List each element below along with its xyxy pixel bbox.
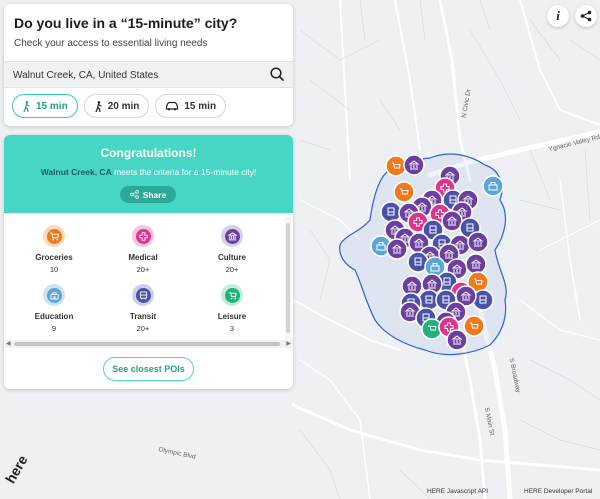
mode-walk-15[interactable]: 15 min bbox=[12, 94, 78, 118]
culture-poi-marker[interactable] bbox=[467, 231, 489, 253]
result-panel: Congratulations! Walnut Creek, CA meets … bbox=[4, 135, 293, 389]
developer-portal-link[interactable]: HERE Developer Portal bbox=[524, 488, 592, 495]
category-vertical-scrollbar[interactable] bbox=[285, 217, 291, 340]
info-button[interactable]: i bbox=[547, 5, 569, 27]
result-criteria: Walnut Creek, CA meets the criteria for … bbox=[40, 167, 257, 177]
result-city: Walnut Creek, CA bbox=[40, 167, 112, 177]
car-icon bbox=[166, 101, 179, 111]
cart-icon bbox=[49, 231, 59, 240]
category-education[interactable]: Education 9 bbox=[19, 284, 89, 333]
mode-walk-20[interactable]: 20 min bbox=[83, 94, 150, 118]
walk-icon bbox=[23, 100, 30, 112]
api-link[interactable]: HERE Javascript API bbox=[427, 488, 488, 495]
school-icon bbox=[49, 291, 59, 300]
category-leisure[interactable]: Leisure 3 bbox=[197, 284, 267, 333]
culture-poi-marker[interactable] bbox=[403, 154, 425, 176]
travel-mode-tabs: 15 min 20 min 15 min bbox=[12, 94, 227, 118]
result-banner: Congratulations! Walnut Creek, CA meets … bbox=[4, 135, 293, 213]
see-closest-pois-button[interactable]: See closest POIs bbox=[103, 357, 194, 381]
grocery-poi-marker[interactable] bbox=[385, 155, 407, 177]
walk-icon bbox=[95, 100, 102, 112]
medical-cross-icon bbox=[138, 231, 148, 241]
page-subtitle: Check your access to essential living ne… bbox=[14, 38, 208, 49]
category-medical[interactable]: Medical 20+ bbox=[108, 225, 178, 274]
category-culture[interactable]: Culture 20+ bbox=[197, 225, 267, 274]
grocery-poi-marker[interactable] bbox=[393, 181, 415, 203]
culture-poi-marker[interactable] bbox=[386, 238, 408, 260]
share-icon bbox=[129, 190, 139, 199]
mode-car-15[interactable]: 15 min bbox=[155, 94, 227, 118]
share-button[interactable]: Share bbox=[120, 186, 176, 203]
page-title: Do you live in a “15-minute” city? bbox=[14, 15, 238, 31]
share-map-button[interactable] bbox=[575, 5, 597, 27]
culture-poi-marker[interactable] bbox=[441, 210, 463, 232]
transit-poi-marker[interactable] bbox=[380, 201, 402, 223]
bus-icon bbox=[139, 290, 147, 299]
share-icon bbox=[580, 10, 592, 22]
search-icon[interactable] bbox=[269, 66, 285, 82]
result-heading: Congratulations! bbox=[100, 146, 197, 160]
search-bar bbox=[4, 61, 293, 88]
category-transit[interactable]: Transit 20+ bbox=[108, 284, 178, 333]
stroller-icon bbox=[228, 291, 237, 299]
category-groceries[interactable]: Groceries 10 bbox=[19, 225, 89, 274]
search-panel: Do you live in a “15-minute” city? Check… bbox=[4, 4, 293, 126]
culture-poi-marker[interactable] bbox=[465, 253, 487, 275]
grocery-poi-marker[interactable] bbox=[463, 315, 485, 337]
culture-poi-marker[interactable] bbox=[446, 329, 468, 351]
museum-icon bbox=[227, 231, 237, 240]
education-poi-marker[interactable] bbox=[482, 175, 504, 197]
search-input[interactable] bbox=[13, 67, 253, 83]
category-horizontal-scrollbar[interactable]: ◀ ▶ bbox=[4, 340, 293, 348]
